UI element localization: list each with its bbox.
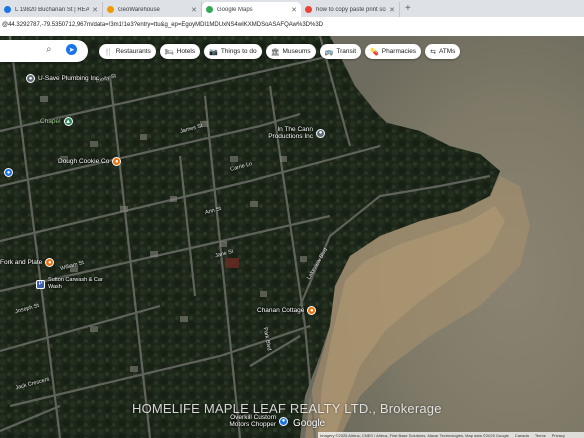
cottage-icon: ● <box>307 306 317 315</box>
place-label: Chanan Cottage <box>257 307 305 314</box>
tab-label: GeoWarehouse <box>118 6 160 13</box>
place-pin-cann[interactable]: In The Cann Productions Inc ● <box>258 126 325 140</box>
chip-transit[interactable]: 🚌 Transit <box>319 44 362 59</box>
tab-geowarehouse[interactable]: GeoWarehouse ✕ <box>103 2 202 17</box>
chip-pharmacies[interactable]: 💊 Pharmacies <box>365 44 422 59</box>
chip-label: Restaurants <box>115 48 151 55</box>
close-icon[interactable]: ✕ <box>92 6 98 14</box>
place-label: U-Save Plumbing Inc <box>38 75 100 82</box>
chip-label: Pharmacies <box>381 48 417 55</box>
tab-realm[interactable]: L 19820 Buchanan St | REALM ✕ <box>0 2 103 17</box>
new-tab-icon[interactable]: + <box>405 3 411 14</box>
park-icon: ▲ <box>63 117 73 126</box>
bus-icon: 🚌 <box>324 48 334 56</box>
google-maps-favicon-icon <box>206 6 213 13</box>
place-pin-chanan[interactable]: Chanan Cottage ● <box>257 306 317 315</box>
car-repair-icon: ● <box>279 416 288 426</box>
country-link[interactable]: Canada <box>515 433 529 438</box>
browser-tab-bar: L 19820 Buchanan St | REALM ✕ GeoWarehou… <box>0 0 584 17</box>
tab-label: L 19820 Buchanan St | REALM <box>15 6 90 13</box>
business-icon: ● <box>316 128 325 138</box>
place-label: Fork and Plate <box>0 259 43 266</box>
service-icon: ● <box>26 74 35 83</box>
chip-label: Transit <box>336 48 357 55</box>
place-label: Sutton Carwash & Car Wash <box>48 277 103 290</box>
bakery-icon: ● <box>112 157 122 166</box>
tab-label: how to copy paste print screen <box>316 6 386 13</box>
address-bar[interactable]: @44.3292787,-79.5350712,967m/data=!3m1!1… <box>0 17 584 37</box>
tab-label: Google Maps <box>217 6 253 13</box>
chip-label: Museums <box>282 48 311 55</box>
close-icon[interactable]: ✕ <box>389 6 395 14</box>
place-label: Chapel <box>40 118 61 125</box>
chip-label: Hotels <box>176 48 196 55</box>
place-label: Dough Cookie Co <box>58 158 110 165</box>
imagery-credit: Imagery ©2025 Airbus, CNES / Airbus, Fir… <box>320 432 509 438</box>
search-favicon-icon <box>305 6 312 13</box>
place-pin-overkill[interactable]: Overkill Custom Motors Chopper ● <box>228 414 288 428</box>
info-icon: ● <box>4 168 13 177</box>
restaurant-icon: ● <box>45 258 55 267</box>
category-chips: 🍴 Restaurants 🛏 Hotels 📷 Things to do 🏛 Muse… <box>99 44 461 59</box>
place-label: In The Cann Productions Inc <box>268 126 313 140</box>
fork-knife-icon: 🍴 <box>104 48 113 56</box>
chip-label: ATMs <box>438 48 456 55</box>
camera-icon: 📷 <box>209 48 218 56</box>
satellite-map[interactable]: Trinity St James St Carrie Ln Ann St Jan… <box>0 36 584 438</box>
map-attribution: Imagery ©2025 Airbus, CNES / Airbus, Fir… <box>318 432 584 438</box>
chip-museums[interactable]: 🏛 Museums <box>265 44 316 59</box>
place-pin-u-save[interactable]: ● U-Save Plumbing Inc <box>26 74 99 83</box>
brokerage-watermark: HOMELIFE MAPLE LEAF REALTY LTD., Brokera… <box>132 401 442 416</box>
chip-label: Things to do <box>220 48 257 55</box>
realm-favicon-icon <box>4 6 11 13</box>
google-logo: Google <box>293 418 326 429</box>
satellite-imagery <box>0 36 584 438</box>
privacy-link[interactable]: Privacy <box>552 433 565 438</box>
place-pin-service[interactable]: ● <box>4 168 13 177</box>
parking-icon: P <box>36 279 45 289</box>
chip-atms[interactable]: ⇆ ATMs <box>425 44 461 59</box>
search-icon[interactable]: ⌕ <box>46 44 52 55</box>
place-pin-chapel[interactable]: Chapel ▲ <box>40 117 73 126</box>
bed-icon: 🛏 <box>164 48 174 56</box>
terms-link[interactable]: Terms <box>535 433 546 438</box>
atm-icon: ⇆ <box>430 48 436 56</box>
chip-restaurants[interactable]: 🍴 Restaurants <box>99 44 156 59</box>
place-pin-carwash[interactable]: P Sutton Carwash & Car Wash <box>36 277 108 291</box>
geowarehouse-favicon-icon <box>107 6 114 13</box>
place-label: Overkill Custom Motors Chopper <box>229 414 276 428</box>
chip-hotels[interactable]: 🛏 Hotels <box>159 44 201 59</box>
url-text[interactable]: @44.3292787,-79.5350712,967m/data=!3m1!1… <box>2 22 323 28</box>
search-box[interactable]: ⌕ ➤ <box>0 40 88 62</box>
close-icon[interactable]: ✕ <box>291 6 297 14</box>
tab-google-maps[interactable]: Google Maps ✕ <box>202 2 301 17</box>
place-pin-fork[interactable]: Fork and Plate ● <box>0 258 55 267</box>
close-icon[interactable]: ✕ <box>191 6 197 14</box>
place-pin-dough[interactable]: Dough Cookie Co ● <box>58 157 122 166</box>
tab-how-to-copy[interactable]: how to copy paste print screen ✕ <box>301 2 400 17</box>
directions-icon[interactable]: ➤ <box>66 44 77 55</box>
museum-icon: 🏛 <box>270 48 280 56</box>
pharmacy-icon: 💊 <box>370 48 379 56</box>
chip-things-to-do[interactable]: 📷 Things to do <box>204 44 262 59</box>
